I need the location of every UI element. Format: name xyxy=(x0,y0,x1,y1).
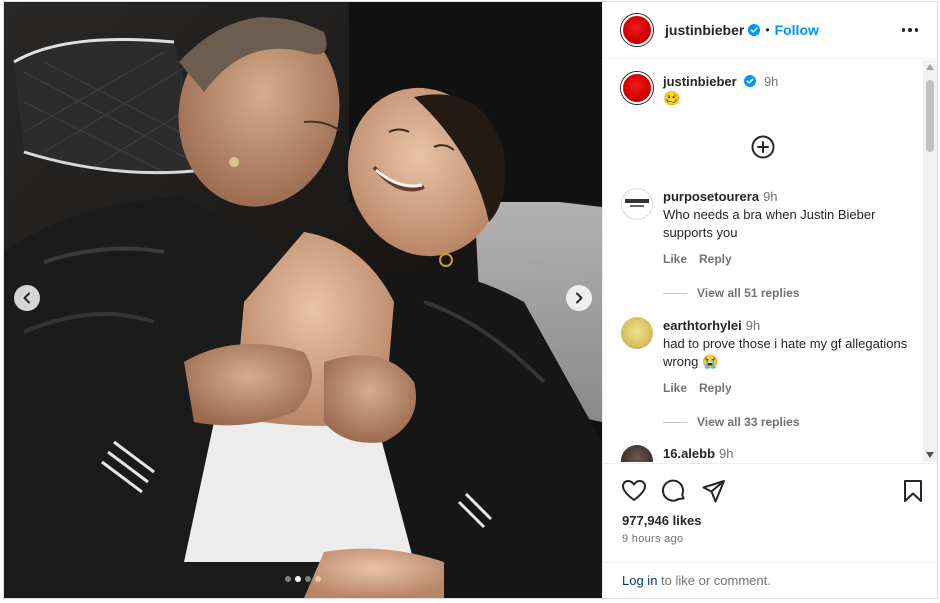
author-username[interactable]: justinbieber xyxy=(665,22,744,38)
carousel-dot xyxy=(315,576,321,582)
post-sidebar: justinbieber • Follow justinbieber 9h 🥴 xyxy=(602,2,937,598)
post-dialog: justinbieber • Follow justinbieber 9h 🥴 xyxy=(3,1,938,599)
add-circle-icon[interactable] xyxy=(751,135,775,159)
caption-username[interactable]: justinbieber xyxy=(663,74,737,89)
commenter-avatar[interactable] xyxy=(621,445,653,462)
login-link[interactable]: Log in xyxy=(622,573,657,588)
comment-like-button[interactable]: Like xyxy=(663,381,687,395)
caption-text: 🥴 xyxy=(663,90,681,106)
author-avatar[interactable] xyxy=(621,14,653,46)
comments-scrollbar[interactable] xyxy=(923,60,937,462)
heart-icon[interactable] xyxy=(621,478,647,504)
commenter-avatar[interactable] xyxy=(621,317,653,349)
view-replies-label: View all 33 replies xyxy=(697,415,800,429)
comment-like-button[interactable]: Like xyxy=(663,252,687,266)
comment-item: 16.alebb 9h xyxy=(621,445,916,462)
post-timestamp[interactable]: 9 hours ago xyxy=(622,533,683,545)
carousel-dot xyxy=(295,576,301,582)
comment-text: Who needs a bra when Justin Bieber suppo… xyxy=(663,207,876,240)
caption-time[interactable]: 9h xyxy=(764,74,778,89)
post-caption: justinbieber 9h 🥴 xyxy=(621,72,778,107)
scroll-thumb[interactable] xyxy=(926,80,934,152)
post-photo xyxy=(4,2,602,598)
action-bar xyxy=(621,478,926,504)
view-replies-button[interactable]: View all 51 replies xyxy=(663,286,800,300)
comment-time[interactable]: 9h xyxy=(719,446,733,461)
post-footer: 977,946 likes 9 hours ago Log in to like… xyxy=(603,463,937,598)
view-replies-label: View all 51 replies xyxy=(697,286,800,300)
scroll-up-arrow[interactable] xyxy=(926,64,934,70)
likes-count[interactable]: 977,946 likes xyxy=(622,513,702,528)
comment-reply-button[interactable]: Reply xyxy=(699,381,732,395)
comment-icon[interactable] xyxy=(661,478,687,504)
comment-item: purposetourera 9h Who needs a bra when Ju… xyxy=(621,188,916,268)
purpose-logo-icon xyxy=(625,199,649,207)
next-slide-button[interactable] xyxy=(566,285,592,311)
bookmark-icon[interactable] xyxy=(900,478,926,504)
scroll-down-arrow[interactable] xyxy=(926,452,934,458)
comment-username[interactable]: purposetourera xyxy=(663,189,759,204)
login-prompt: Log in to like or comment. xyxy=(603,562,937,599)
previous-slide-button[interactable] xyxy=(14,285,40,311)
caption-avatar[interactable] xyxy=(621,72,653,104)
more-options-icon[interactable] xyxy=(899,20,921,40)
commenter-avatar[interactable] xyxy=(621,188,653,220)
view-replies-button[interactable]: View all 33 replies xyxy=(663,415,800,429)
photo-image xyxy=(4,2,602,598)
comments-list[interactable]: justinbieber 9h 🥴 purposetourera 9h Who n… xyxy=(603,60,923,462)
carousel-indicator xyxy=(4,576,602,582)
comment-username[interactable]: earthtorhylei xyxy=(663,318,742,333)
verified-badge-icon xyxy=(748,24,761,36)
share-icon[interactable] xyxy=(701,478,727,504)
comment-text: had to prove those i hate my gf allegati… xyxy=(663,336,908,369)
separator-dot: • xyxy=(765,23,770,37)
comment-item: earthtorhylei 9h had to prove those i hat… xyxy=(621,317,916,397)
login-prompt-text: to like or comment. xyxy=(657,573,771,588)
carousel-dot xyxy=(305,576,311,582)
carousel-dot xyxy=(285,576,291,582)
comment-time[interactable]: 9h xyxy=(763,189,777,204)
comment-time[interactable]: 9h xyxy=(746,318,760,333)
chevron-right-icon xyxy=(576,292,583,304)
comment-username[interactable]: 16.alebb xyxy=(663,446,715,461)
verified-badge-icon xyxy=(744,75,757,87)
chevron-left-icon xyxy=(23,292,30,304)
comment-reply-button[interactable]: Reply xyxy=(699,252,732,266)
follow-button[interactable]: Follow xyxy=(775,22,819,38)
post-header: justinbieber • Follow xyxy=(603,2,937,59)
